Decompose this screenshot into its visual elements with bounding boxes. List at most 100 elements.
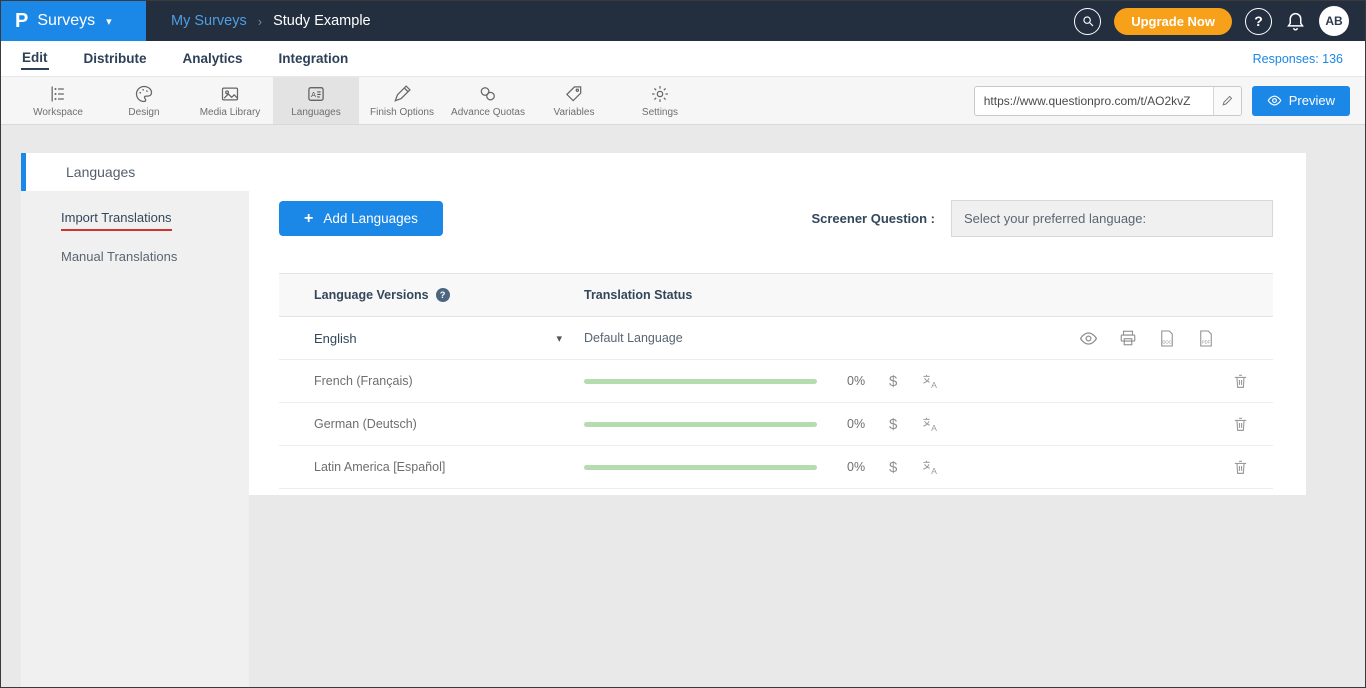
svg-text:A: A (932, 379, 938, 389)
breadcrumb-separator-icon: › (258, 14, 262, 29)
translation-status-cell: 0% $ A (584, 415, 1232, 434)
breadcrumb-current-survey: Study Example (273, 13, 371, 29)
search-button[interactable] (1074, 8, 1101, 35)
row-actions (1232, 458, 1273, 476)
gear-icon (650, 84, 670, 104)
translation-status-cell: 0% $ A (584, 458, 1232, 477)
trash-icon (1232, 458, 1249, 476)
main-top-row: + Add Languages Screener Question : Sele… (279, 200, 1273, 237)
tab-analytics[interactable]: Analytics (182, 48, 244, 69)
toolbar-item-media-library[interactable]: Media Library (187, 77, 273, 124)
add-languages-button[interactable]: + Add Languages (279, 201, 443, 236)
column-header-label: Language Versions (314, 288, 429, 302)
avatar[interactable]: AB (1319, 6, 1349, 36)
eye-icon (1079, 329, 1098, 348)
view-button[interactable] (1079, 329, 1098, 348)
export-pdf-button[interactable]: PDF (1197, 329, 1215, 348)
paid-translation-icon[interactable]: $ (889, 373, 897, 390)
toolbar-label: Finish Options (370, 107, 434, 118)
paid-translation-icon[interactable]: $ (889, 459, 897, 476)
column-header-language-versions: Language Versions ? (314, 288, 584, 302)
screener-question-group: Screener Question : Select your preferre… (811, 200, 1273, 237)
delete-language-button[interactable] (1232, 458, 1249, 476)
screener-question-label: Screener Question : (811, 211, 935, 226)
table-row-default-language: English ▾ Default Language (279, 317, 1273, 360)
language-name-cell: Latin America [Español] (314, 460, 584, 474)
questionpro-logo: P (15, 10, 28, 33)
toolbar-item-workspace[interactable]: Workspace (15, 77, 101, 124)
product-name: Surveys (37, 12, 95, 30)
variables-tag-icon (564, 84, 584, 104)
workspace-icon (48, 84, 68, 104)
sidebar-item-label: Manual Translations (61, 249, 177, 264)
notifications-button[interactable] (1285, 11, 1306, 32)
edit-url-button[interactable] (1213, 87, 1241, 115)
auto-translate-button[interactable]: A (921, 415, 940, 434)
languages-main-panel: + Add Languages Screener Question : Sele… (249, 191, 1306, 495)
toolbar-item-variables[interactable]: Variables (531, 77, 617, 124)
trash-icon (1232, 372, 1249, 390)
language-name: German (Deutsch) (314, 417, 417, 431)
survey-section-tabs: Edit Distribute Analytics Integration Re… (1, 41, 1365, 77)
export-doc-button[interactable]: DOC (1158, 329, 1176, 348)
svg-text:A: A (932, 465, 938, 475)
tab-distribute[interactable]: Distribute (83, 48, 148, 69)
design-palette-icon (134, 84, 154, 104)
breadcrumb: My Surveys › Study Example (171, 13, 371, 29)
surveys-product-menu[interactable]: P Surveys ▾ (1, 1, 146, 41)
column-header-translation-status: Translation Status (584, 288, 692, 302)
sidebar-item-import-translations[interactable]: Import Translations (21, 198, 249, 237)
pdf-file-icon: PDF (1197, 329, 1215, 348)
translation-percent: 0% (847, 374, 873, 388)
paid-translation-icon[interactable]: $ (889, 416, 897, 433)
help-icon[interactable]: ? (436, 288, 450, 302)
responses-count[interactable]: Responses: 136 (1253, 52, 1365, 66)
sidebar-item-manual-translations[interactable]: Manual Translations (21, 237, 249, 276)
toolbar-item-finish-options[interactable]: Finish Options (359, 77, 445, 124)
card-body: Import Translations Manual Translations … (21, 191, 1306, 688)
delete-language-button[interactable] (1232, 372, 1249, 390)
panel-title: Languages (66, 164, 135, 180)
table-header-row: Language Versions ? Translation Status (279, 273, 1273, 317)
toolbar-label: Advance Quotas (451, 107, 525, 118)
topbar-actions: Upgrade Now ? AB (1074, 6, 1365, 36)
breadcrumb-my-surveys[interactable]: My Surveys (171, 13, 247, 29)
upgrade-now-button[interactable]: Upgrade Now (1114, 8, 1232, 35)
delete-language-button[interactable] (1232, 415, 1249, 433)
panel-title-row: Languages (21, 153, 1306, 191)
language-dropdown[interactable]: English ▾ (314, 331, 584, 346)
translation-progress-bar (584, 422, 817, 427)
translate-icon: A (921, 372, 940, 391)
eye-icon (1267, 93, 1282, 108)
chevron-down-icon: ▾ (556, 332, 562, 345)
toolbar-label: Design (128, 107, 159, 118)
toolbar-item-design[interactable]: Design (101, 77, 187, 124)
languages-icon: A (306, 84, 326, 104)
toolbar-item-settings[interactable]: Settings (617, 77, 703, 124)
svg-text:DOC: DOC (1162, 339, 1171, 344)
auto-translate-button[interactable]: A (921, 458, 940, 477)
toolbar-label: Workspace (33, 107, 83, 118)
tab-integration[interactable]: Integration (278, 48, 350, 69)
screener-question-select[interactable]: Select your preferred language: (951, 200, 1273, 237)
help-button[interactable]: ? (1245, 8, 1272, 35)
table-row-language: German (Deutsch) 0% $ A (279, 403, 1273, 446)
translation-status-cell: 0% $ A (584, 372, 1232, 391)
toolbar-label: Variables (554, 107, 595, 118)
language-name-cell: German (Deutsch) (314, 417, 584, 431)
translate-icon: A (921, 415, 940, 434)
plus-icon: + (304, 210, 313, 228)
toolbar-label: Settings (642, 107, 678, 118)
auto-translate-button[interactable]: A (921, 372, 940, 391)
toolbar-item-languages[interactable]: A Languages (273, 77, 359, 124)
print-button[interactable] (1119, 329, 1137, 347)
translation-progress-bar (584, 379, 817, 384)
languages-sidebar: Import Translations Manual Translations (21, 191, 249, 688)
preview-button[interactable]: Preview (1252, 86, 1350, 116)
survey-url-input[interactable] (975, 94, 1213, 108)
search-icon (1081, 14, 1095, 28)
trash-icon (1232, 415, 1249, 433)
tab-edit[interactable]: Edit (21, 47, 49, 70)
toolbar-item-advance-quotas[interactable]: Advance Quotas (445, 77, 531, 124)
toolbar-right: Preview (974, 77, 1365, 124)
